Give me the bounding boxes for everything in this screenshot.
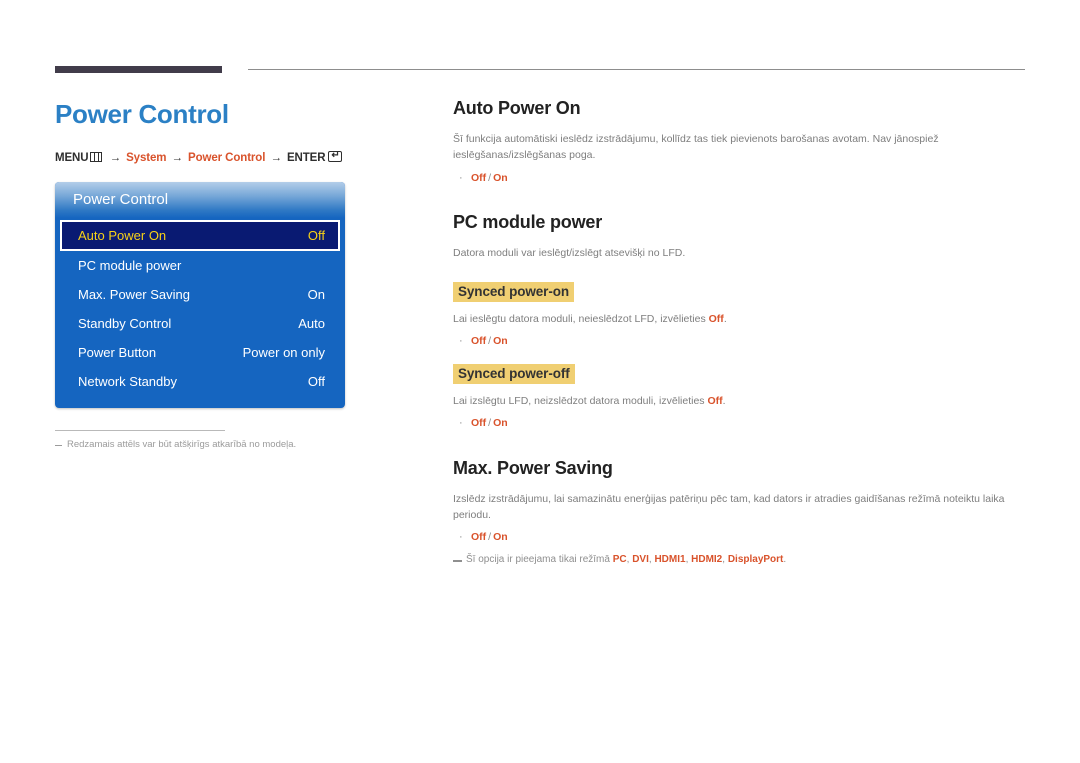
left-note-divider [55,429,225,431]
desc-text-before: Lai ieslēgtu datora moduli, neieslēdzot … [453,312,709,325]
osd-row-label: Network Standby [78,373,177,389]
osd-row-max-power-saving[interactable]: Max. Power Saving On [60,280,340,309]
menu-grid-icon [90,151,103,162]
right-column: Auto Power On Šī funkcija automātiski ie… [453,98,1028,567]
breadcrumb: MENU → System → Power Control → ENTER [55,150,395,164]
section-title: Max. Power Saving [453,457,613,478]
footnote-mode: DisplayPort [727,553,784,565]
subsection-description: Lai ieslēgtu datora moduli, neieslēdzot … [453,311,1028,327]
breadcrumb-enter-label: ENTER [286,151,326,164]
section-title: Auto Power On [453,98,581,118]
osd-row-standby-control[interactable]: Standby Control Auto [60,309,340,338]
osd-row-label: PC module power [78,257,182,273]
option-list-item: · Off / On [453,415,1028,432]
enter-key-icon [328,150,343,162]
option-on: On [493,416,508,429]
section-auto-power-on: Auto Power On Šī funkcija automātiski ie… [453,98,1028,186]
breadcrumb-arrow-1: → [109,151,122,164]
section-description: Izslēdz izstrādājumu, lai samazinātu ene… [453,492,1005,521]
footnote-mode: PC [612,553,627,565]
desc-text-before: Lai izslēgtu LFD, neizslēdzot datora mod… [453,394,708,407]
section-footnote: Šī opcija ir pieejama tikai režīmā PC, D… [453,553,1028,568]
option-off: Off [471,334,487,347]
osd-row-value: Power on only [242,344,325,360]
left-note-text: Redzamais attēls var būt atšķirīgs atkar… [67,438,297,450]
osd-row-value: On [307,286,325,302]
section-max-power-saving: Max. Power Saving Izslēdz izstrādājumu, … [453,458,1028,568]
bullet-dot-icon: · [459,171,463,184]
footnote-dash-icon [453,559,462,562]
osd-row-label: Auto Power On [78,227,167,243]
note-dash-icon [55,444,62,446]
section-description: Šī funkcija automātiski ieslēdz izstrādā… [453,133,939,162]
osd-row-pc-module-power[interactable]: PC module power [60,251,340,280]
osd-row-label: Power Button [78,344,157,360]
option-on: On [493,171,508,184]
osd-row-network-standby[interactable]: Network Standby Off [60,367,340,396]
subsection-description: Lai izslēgtu LFD, neizslēdzot datora mod… [453,393,1028,409]
breadcrumb-arrow-3: → [270,151,282,164]
osd-row-value: Off [307,373,325,389]
desc-inline-option: Off [708,312,724,325]
osd-menu-panel: Power Control Auto Power On Off PC modul… [55,181,345,408]
bullet-dot-icon: · [459,531,463,544]
section-pc-module-power: PC module power Datora moduli var ieslēg… [453,212,1028,431]
section-description: Datora moduli var ieslēgt/izslēgt atsevi… [453,247,686,260]
osd-row-auto-power-on[interactable]: Auto Power On Off [60,219,340,251]
osd-row-label: Standby Control [78,315,172,331]
subsection-heading-synced-power-on: Synced power-on [453,281,575,302]
left-note: Redzamais attēls var būt atšķirīgs atkar… [55,439,395,451]
osd-menu-list: Auto Power On Off PC module power Max. P… [55,218,345,408]
header-accent-bar [55,66,222,73]
option-list-item: · Off / On [453,529,1028,546]
option-off: Off [471,531,487,544]
footnote-text-after: . [783,553,787,565]
option-list-item: · Off / On [453,333,1028,350]
option-off: Off [471,171,487,184]
option-off: Off [471,416,487,429]
option-on: On [493,334,508,347]
option-on: On [493,531,508,544]
footnote-mode: HDMI2 [691,553,723,565]
bullet-dot-icon: · [459,416,463,429]
footnote-text-before: Šī opcija ir pieejama tikai režīmā [466,553,613,565]
option-list-item: · Off / On [453,170,1028,187]
bullet-dot-icon: · [459,334,463,347]
osd-row-value: Auto [298,315,325,331]
footnote-mode: DVI [632,553,649,565]
osd-row-power-button[interactable]: Power Button Power on only [60,338,340,367]
section-title: PC module power [453,212,603,233]
breadcrumb-arrow-2: → [171,151,184,164]
desc-text-after: . [722,394,726,407]
desc-inline-option: Off [707,394,723,407]
footnote-mode-list: PC, DVI, HDMI1, HDMI2, DisplayPort [612,553,784,565]
osd-row-value: Off [307,227,325,243]
osd-menu-title: Power Control [55,181,345,218]
page-title: Power Control [55,99,229,129]
breadcrumb-step-system[interactable]: System [126,152,166,164]
osd-row-label: Max. Power Saving [78,286,190,302]
desc-text-after: . [723,312,727,325]
breadcrumb-menu-label: MENU [55,151,89,164]
footnote-mode: HDMI1 [654,553,686,565]
subsection-heading-synced-power-off: Synced power-off [453,363,575,384]
left-column: Power Control MENU → System → Power Cont… [55,100,395,451]
header-divider-line [248,69,1025,70]
breadcrumb-step-power-control[interactable]: Power Control [188,152,265,164]
